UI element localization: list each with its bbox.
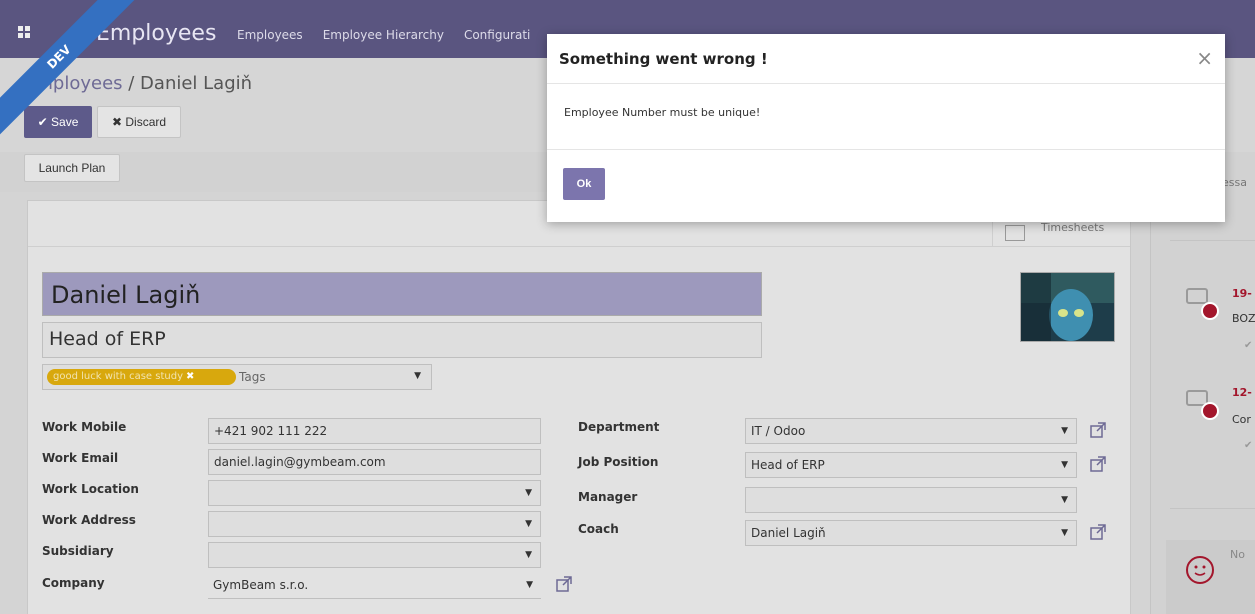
work-address-label: Work Address bbox=[42, 513, 136, 527]
dialog-body: Employee Number must be unique! bbox=[547, 84, 1225, 150]
company-label: Company bbox=[42, 576, 105, 590]
menu-item-configuration[interactable]: Configurati bbox=[464, 28, 530, 42]
coach-select[interactable]: Daniel Lagiň ▼ bbox=[745, 520, 1077, 546]
camera-icon bbox=[1186, 288, 1208, 304]
tags-input[interactable]: Tags bbox=[239, 370, 266, 384]
app-title[interactable]: Employees bbox=[96, 21, 216, 46]
coach-value: Daniel Lagiň bbox=[751, 526, 826, 540]
coach-label: Coach bbox=[578, 522, 619, 536]
department-label: Department bbox=[578, 420, 660, 434]
note-label: No bbox=[1230, 548, 1245, 561]
tags-field[interactable]: good luck with case study ✖ Tags ▼ bbox=[42, 364, 432, 390]
company-select[interactable]: GymBeam s.r.o. ▼ bbox=[208, 573, 541, 599]
breadcrumb-separator: / bbox=[122, 73, 141, 94]
check-icon: ✔ bbox=[1244, 440, 1253, 451]
external-link-icon[interactable] bbox=[1090, 456, 1106, 472]
work-email-input[interactable]: daniel.lagin@gymbeam.com bbox=[208, 449, 541, 475]
main-menu: Employees Employee Hierarchy Configurati bbox=[237, 28, 530, 42]
work-email-label: Work Email bbox=[42, 451, 119, 465]
external-link-icon[interactable] bbox=[1090, 524, 1106, 540]
ok-button[interactable]: Ok bbox=[563, 168, 605, 200]
manager-select[interactable]: ▼ bbox=[745, 487, 1077, 513]
avatar[interactable] bbox=[1020, 272, 1115, 342]
close-icon: ✖ bbox=[111, 115, 123, 129]
smiley-icon bbox=[1186, 556, 1214, 584]
message-type-icon bbox=[1201, 402, 1219, 420]
employee-name-field[interactable]: Daniel Lagiň bbox=[42, 272, 762, 316]
external-link-icon[interactable] bbox=[556, 576, 572, 592]
subsidiary-select[interactable]: ▼ bbox=[208, 542, 541, 568]
dialog-title: Something went wrong ! bbox=[559, 50, 768, 68]
menu-item-employee-hierarchy[interactable]: Employee Hierarchy bbox=[323, 28, 444, 42]
error-message: Employee Number must be unique! bbox=[564, 106, 761, 119]
external-link-icon[interactable] bbox=[1090, 422, 1106, 438]
tag-label: good luck with case study bbox=[53, 371, 183, 382]
save-button[interactable]: ✔ Save bbox=[24, 106, 92, 138]
chevron-down-icon[interactable]: ▼ bbox=[414, 371, 421, 381]
chevron-down-icon: ▼ bbox=[1061, 528, 1068, 538]
message-snippet: BOZ bbox=[1232, 312, 1255, 325]
chevron-down-icon: ▼ bbox=[1061, 426, 1068, 436]
form-sheet: Timesheets bbox=[27, 200, 1131, 614]
apps-menu-icon[interactable] bbox=[18, 26, 30, 38]
chatter-divider bbox=[1170, 508, 1255, 509]
dialog-header: Something went wrong ! × bbox=[547, 34, 1225, 84]
department-value: IT / Odoo bbox=[751, 424, 806, 438]
calendar-icon bbox=[1005, 225, 1025, 241]
job-title-field[interactable]: Head of ERP bbox=[42, 322, 762, 358]
manager-label: Manager bbox=[578, 490, 638, 504]
error-dialog: Something went wrong ! × Employee Number… bbox=[547, 34, 1225, 222]
department-select[interactable]: IT / Odoo ▼ bbox=[745, 418, 1077, 444]
breadcrumb-current: Daniel Lagiň bbox=[140, 73, 253, 94]
chevron-down-icon: ▼ bbox=[525, 550, 532, 560]
discard-button[interactable]: ✖ Discard bbox=[97, 106, 181, 138]
close-icon[interactable]: × bbox=[1196, 46, 1213, 70]
check-icon: ✔ bbox=[1244, 340, 1253, 351]
chevron-down-icon: ▼ bbox=[526, 580, 533, 590]
send-message-button[interactable]: essa bbox=[1222, 176, 1247, 189]
chevron-down-icon: ▼ bbox=[525, 488, 532, 498]
save-label: Save bbox=[51, 115, 79, 129]
check-icon: ✔ bbox=[37, 115, 48, 129]
message-date: 19- bbox=[1232, 287, 1252, 300]
tag-remove-icon[interactable]: ✖ bbox=[186, 371, 194, 382]
work-location-label: Work Location bbox=[42, 482, 139, 496]
chatter-divider bbox=[1170, 240, 1255, 241]
discard-label: Discard bbox=[125, 115, 167, 129]
tag-badge: good luck with case study ✖ bbox=[47, 369, 236, 385]
company-value: GymBeam s.r.o. bbox=[213, 578, 309, 592]
subsidiary-label: Subsidiary bbox=[42, 544, 114, 558]
timesheets-label: Timesheets bbox=[1041, 221, 1105, 234]
chevron-down-icon: ▼ bbox=[1061, 460, 1068, 470]
work-mobile-label: Work Mobile bbox=[42, 420, 127, 434]
message-date: 12- bbox=[1232, 386, 1252, 399]
job-position-label: Job Position bbox=[578, 455, 659, 469]
work-address-select[interactable]: ▼ bbox=[208, 511, 541, 537]
work-location-select[interactable]: ▼ bbox=[208, 480, 541, 506]
chevron-down-icon: ▼ bbox=[1061, 495, 1068, 505]
launch-plan-button[interactable]: Launch Plan bbox=[24, 154, 120, 182]
job-position-select[interactable]: Head of ERP ▼ bbox=[745, 452, 1077, 478]
menu-item-employees[interactable]: Employees bbox=[237, 28, 303, 42]
job-position-value: Head of ERP bbox=[751, 458, 825, 472]
message-snippet: Cor bbox=[1232, 413, 1251, 426]
work-mobile-input[interactable]: +421 902 111 222 bbox=[208, 418, 541, 444]
chevron-down-icon: ▼ bbox=[525, 519, 532, 529]
message-type-icon bbox=[1201, 302, 1219, 320]
